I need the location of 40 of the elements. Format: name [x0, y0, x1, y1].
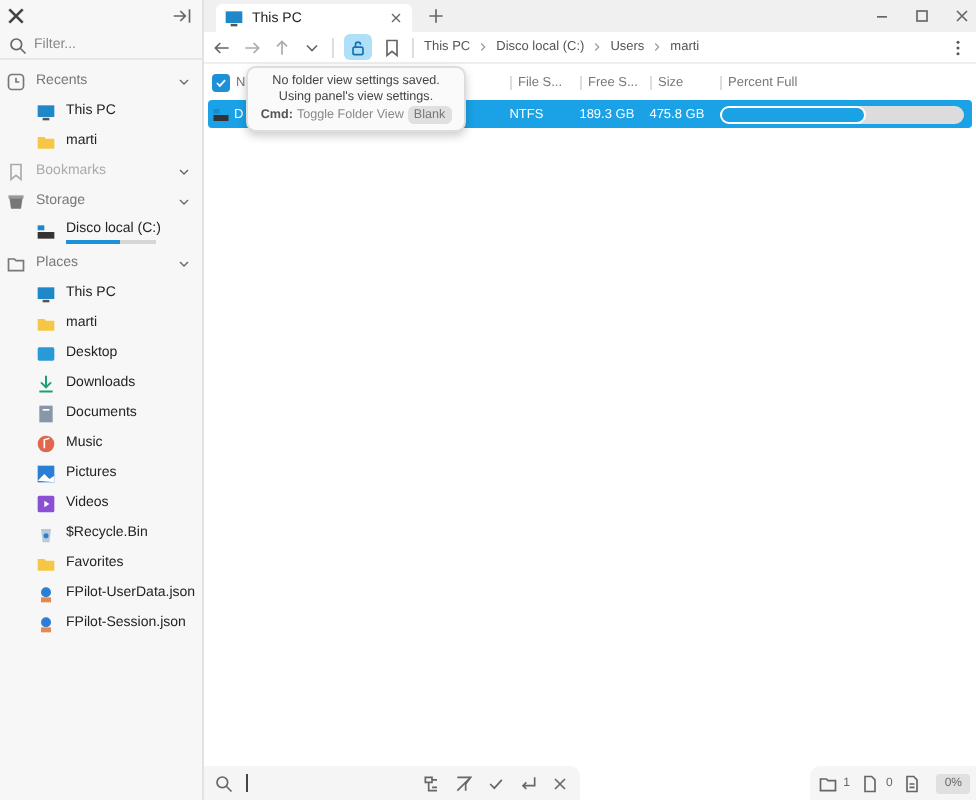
pc-icon: [224, 8, 244, 28]
maximize-icon[interactable]: [912, 6, 932, 26]
enter-icon[interactable]: [518, 773, 538, 793]
desktop-icon: [36, 343, 56, 363]
document-icon: [36, 403, 56, 423]
app-logo-icon[interactable]: [6, 6, 26, 26]
chevron-right-icon: [476, 40, 491, 54]
folder-outline-icon: [817, 773, 838, 793]
close-icon[interactable]: [388, 10, 404, 26]
document-icon: [902, 773, 923, 793]
folder-outline-icon: [6, 253, 26, 273]
chevron-right-icon: [650, 40, 665, 54]
close-icon[interactable]: [550, 773, 570, 793]
folder-icon: [36, 553, 56, 573]
check-icon: [214, 75, 228, 89]
search-icon: [214, 773, 234, 793]
add-tab-icon[interactable]: [426, 6, 446, 26]
pc-icon: [36, 101, 56, 121]
lock-icon: [348, 37, 368, 57]
picture-icon: [36, 463, 56, 483]
collapse-sidebar-icon[interactable]: [172, 6, 192, 26]
bookmark-icon[interactable]: [382, 37, 402, 57]
filter-tree-icon[interactable]: [422, 773, 442, 793]
clear-filter-icon[interactable]: [454, 773, 474, 793]
download-icon: [36, 373, 56, 393]
close-icon[interactable]: [952, 6, 972, 26]
select-all-checkbox[interactable]: [212, 73, 230, 91]
pc-icon: [36, 283, 56, 303]
folder-icon: [36, 131, 56, 151]
recycle-bin-icon: [36, 523, 56, 543]
back-icon[interactable]: [212, 37, 232, 57]
bookmark-icon: [6, 161, 26, 181]
clock-icon: [6, 71, 26, 91]
video-icon: [36, 493, 56, 513]
search-icon: [8, 35, 28, 55]
file-icon: [859, 773, 880, 793]
music-icon: [36, 433, 56, 453]
chevron-right-icon: [590, 40, 605, 54]
folder-icon: [36, 313, 56, 333]
folder-view-button[interactable]: [344, 34, 372, 60]
